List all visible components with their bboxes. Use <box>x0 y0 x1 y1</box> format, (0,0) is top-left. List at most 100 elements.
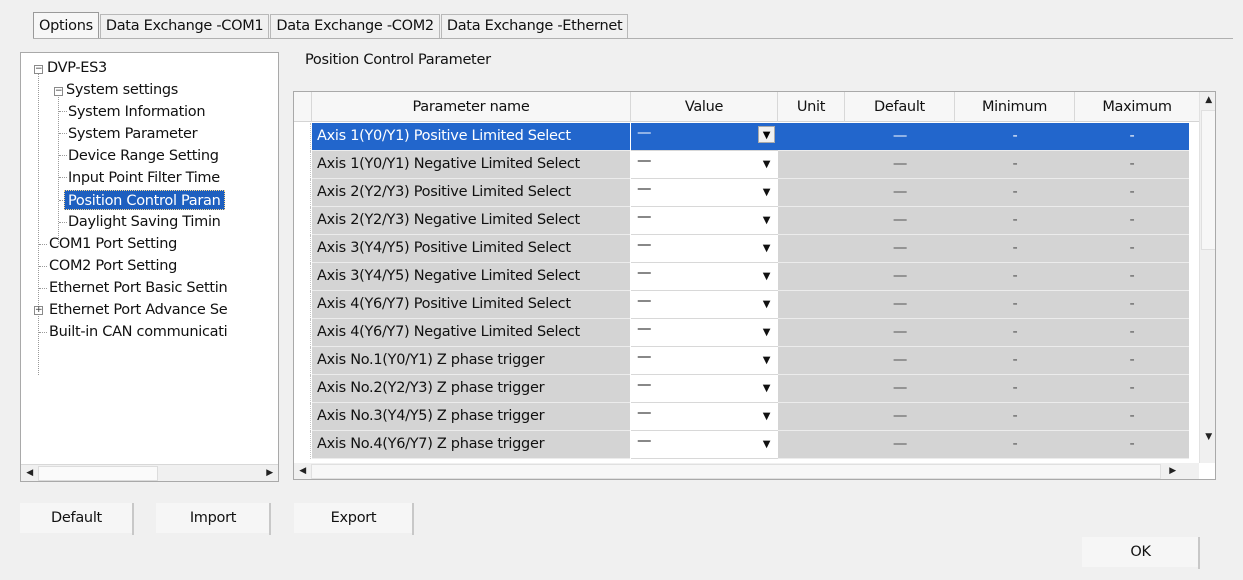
chevron-down-icon[interactable]: ▼ <box>758 324 775 341</box>
value-combobox[interactable]: — ▼ <box>631 235 778 263</box>
value-combobox[interactable]: — ▼ <box>631 403 778 431</box>
row-header[interactable] <box>294 431 311 459</box>
row-header[interactable] <box>294 319 311 347</box>
parameter-name-cell[interactable]: Axis 4(Y6/Y7) Negative Limited Select <box>312 319 630 347</box>
row-header[interactable] <box>294 291 311 319</box>
row-header[interactable] <box>294 235 311 263</box>
import-button[interactable]: Import <box>156 503 271 535</box>
value-combobox[interactable]: — ▼ <box>631 319 778 347</box>
column-header-default[interactable]: Default <box>845 92 955 122</box>
triangle-left-icon[interactable]: ◀ <box>294 463 311 479</box>
table-row[interactable]: Axis No.2(Y2/Y3) Z phase trigger — ▼ — - - <box>294 375 1189 403</box>
tree-item-ethernet-basic[interactable]: Ethernet Port Basic Settin <box>49 278 228 298</box>
tree-item-device-range-setting[interactable]: Device Range Setting <box>68 146 219 166</box>
table-row[interactable]: Axis 2(Y2/Y3) Negative Limited Select — ▼ —… <box>294 207 1189 235</box>
parameter-name-cell[interactable]: Axis 4(Y6/Y7) Positive Limited Select <box>312 291 630 319</box>
tree-item-system-information[interactable]: System Information <box>68 102 206 122</box>
tab-data-exchange-com1[interactable]: Data Exchange -COM1 <box>99 14 270 38</box>
parameter-name-cell[interactable]: Axis 1(Y0/Y1) Positive Limited Select <box>312 123 630 151</box>
chevron-down-icon[interactable]: ▼ <box>758 268 775 285</box>
value-combobox[interactable]: — ▼ <box>631 431 778 459</box>
parameter-name-cell[interactable]: Axis No.4(Y6/Y7) Z phase trigger <box>312 431 630 459</box>
grid-horizontal-scrollbar[interactable]: ◀ ▶ <box>294 463 1199 479</box>
table-row[interactable]: Axis 1(Y0/Y1) Negative Limited Select — ▼ —… <box>294 151 1189 179</box>
tab-options[interactable]: Options <box>33 12 99 38</box>
tab-data-exchange-com2[interactable]: Data Exchange -COM2 <box>270 14 440 38</box>
tab-data-exchange-ethernet[interactable]: Data Exchange -Ethernet <box>440 14 629 38</box>
parameter-name-cell[interactable]: Axis 2(Y2/Y3) Negative Limited Select <box>312 207 630 235</box>
chevron-down-icon[interactable]: ▼ <box>758 296 775 313</box>
column-header-maximum[interactable]: Maximum <box>1075 92 1199 122</box>
chevron-down-icon[interactable]: ▼ <box>758 212 775 229</box>
column-header-minimum[interactable]: Minimum <box>955 92 1075 122</box>
row-header[interactable] <box>294 375 311 403</box>
row-header[interactable] <box>294 151 311 179</box>
tree-item-com2-port-setting[interactable]: COM2 Port Setting <box>49 256 177 276</box>
table-row[interactable]: Axis 4(Y6/Y7) Negative Limited Select — ▼ —… <box>294 319 1189 347</box>
chevron-down-icon[interactable]: ▼ <box>758 156 775 173</box>
default-button[interactable]: Default <box>20 503 134 535</box>
column-header-value[interactable]: Value <box>631 92 778 122</box>
tree-item-com1-port-setting[interactable]: COM1 Port Setting <box>49 234 177 254</box>
table-row[interactable]: Axis No.4(Y6/Y7) Z phase trigger — ▼ — - - <box>294 431 1189 459</box>
tree-item-system-parameter[interactable]: System Parameter <box>68 124 198 144</box>
scroll-thumb[interactable] <box>38 466 158 481</box>
value-combobox[interactable]: — ▼ <box>631 123 778 151</box>
tree-item-position-control[interactable]: Position Control Paran <box>64 190 225 210</box>
value-combobox[interactable]: — ▼ <box>631 347 778 375</box>
parameter-name-cell[interactable]: Axis 3(Y4/Y5) Negative Limited Select <box>312 263 630 291</box>
scroll-thumb[interactable] <box>311 464 1161 479</box>
triangle-up-icon[interactable]: ▲ <box>1200 92 1215 109</box>
value-combobox[interactable]: — ▼ <box>631 291 778 319</box>
scroll-thumb[interactable] <box>1201 110 1215 250</box>
parameter-name-cell[interactable]: Axis No.1(Y0/Y1) Z phase trigger <box>312 347 630 375</box>
tree-item-system-settings[interactable]: System settings <box>66 80 178 100</box>
chevron-down-icon[interactable]: ▼ <box>758 352 775 369</box>
row-header[interactable] <box>294 207 311 235</box>
chevron-down-icon[interactable]: ▼ <box>758 184 775 201</box>
chevron-down-icon[interactable]: ▼ <box>758 436 775 453</box>
parameter-grid[interactable]: Parameter name Value Unit Default Minimu… <box>293 91 1216 480</box>
table-row[interactable]: Axis 2(Y2/Y3) Positive Limited Select — ▼ —… <box>294 179 1189 207</box>
value-combobox[interactable]: — ▼ <box>631 207 778 235</box>
table-row[interactable]: Axis No.3(Y4/Y5) Z phase trigger — ▼ — - - <box>294 403 1189 431</box>
minus-box-icon[interactable]: − <box>34 65 43 74</box>
row-header[interactable] <box>294 347 311 375</box>
table-row[interactable]: Axis 4(Y6/Y7) Positive Limited Select — ▼ —… <box>294 291 1189 319</box>
triangle-right-icon[interactable]: ▶ <box>261 465 278 481</box>
value-combobox[interactable]: — ▼ <box>631 151 778 179</box>
triangle-down-icon[interactable]: ▼ <box>1200 429 1215 446</box>
row-header[interactable] <box>294 123 311 151</box>
parameter-name-cell[interactable]: Axis No.3(Y4/Y5) Z phase trigger <box>312 403 630 431</box>
column-header-parameter-name[interactable]: Parameter name <box>312 92 631 122</box>
table-row[interactable]: Axis 3(Y4/Y5) Negative Limited Select — ▼ —… <box>294 263 1189 291</box>
parameter-name-cell[interactable]: Axis 2(Y2/Y3) Positive Limited Select <box>312 179 630 207</box>
tree-item-built-in-can[interactable]: Built-in CAN communicati <box>49 322 228 342</box>
parameter-name-cell[interactable]: Axis 1(Y0/Y1) Negative Limited Select <box>312 151 630 179</box>
row-header[interactable] <box>294 263 311 291</box>
table-row[interactable]: Axis 3(Y4/Y5) Positive Limited Select — ▼ —… <box>294 235 1189 263</box>
triangle-left-icon[interactable]: ◀ <box>21 465 38 481</box>
column-header-unit[interactable]: Unit <box>778 92 845 122</box>
chevron-down-icon[interactable]: ▼ <box>758 408 775 425</box>
chevron-down-icon[interactable]: ▼ <box>758 240 775 257</box>
parameter-name-cell[interactable]: Axis No.2(Y2/Y3) Z phase trigger <box>312 375 630 403</box>
value-combobox[interactable]: — ▼ <box>631 179 778 207</box>
value-combobox[interactable]: — ▼ <box>631 263 778 291</box>
chevron-down-icon[interactable]: ▼ <box>758 380 775 397</box>
chevron-down-icon[interactable]: ▼ <box>758 126 775 143</box>
tree-item-daylight-saving[interactable]: Daylight Saving Timin <box>68 212 221 232</box>
tree-horizontal-scrollbar[interactable]: ◀ ▶ <box>21 464 278 481</box>
tree-item-dvp-es3[interactable]: DVP-ES3 <box>47 58 107 78</box>
settings-tree[interactable]: − DVP-ES3 − System settings System Infor… <box>20 52 279 482</box>
table-row[interactable]: Axis 1(Y0/Y1) Positive Limited Select — ▼ —… <box>294 123 1189 151</box>
row-header[interactable] <box>294 403 311 431</box>
row-header[interactable] <box>294 179 311 207</box>
tree-item-input-point-filter-time[interactable]: Input Point Filter Time <box>68 168 220 188</box>
export-button[interactable]: Export <box>294 503 414 535</box>
minus-box-icon[interactable]: − <box>54 87 63 96</box>
value-combobox[interactable]: — ▼ <box>631 375 778 403</box>
tree-item-ethernet-advance[interactable]: Ethernet Port Advance Se <box>49 300 228 320</box>
table-row[interactable]: Axis No.1(Y0/Y1) Z phase trigger — ▼ — - - <box>294 347 1189 375</box>
ok-button[interactable]: OK <box>1082 537 1200 569</box>
